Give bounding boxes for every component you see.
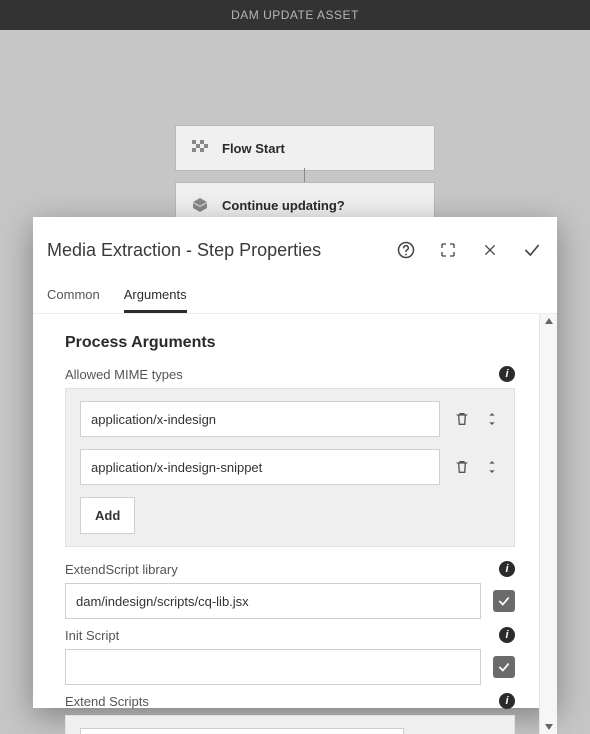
- close-button[interactable]: [471, 231, 509, 269]
- extendscript-lib-label: ExtendScript library: [65, 562, 178, 577]
- checkbox-checked[interactable]: [493, 590, 515, 612]
- tab-arguments[interactable]: Arguments: [124, 281, 187, 313]
- scroll-up-icon[interactable]: [544, 316, 554, 326]
- allowed-mime-multifield: Add: [65, 388, 515, 547]
- info-icon[interactable]: i: [499, 561, 515, 577]
- workflow-canvas: Flow Start Continue updating? Media Extr…: [0, 30, 590, 690]
- allowed-mime-label: Allowed MIME types: [65, 367, 183, 382]
- scroll-down-icon[interactable]: [544, 722, 554, 732]
- extend-scripts-multifield: [65, 715, 515, 734]
- extend-script-input[interactable]: [80, 728, 404, 734]
- flow-connector: [304, 168, 305, 182]
- dialog-title: Media Extraction - Step Properties: [47, 240, 321, 261]
- box-icon: [192, 197, 208, 213]
- extend-script-row: [80, 728, 500, 734]
- extend-scripts-label: Extend Scripts: [65, 694, 149, 709]
- flow-start-label: Flow Start: [222, 141, 285, 156]
- help-button[interactable]: [387, 231, 425, 269]
- init-script-label: Init Script: [65, 628, 119, 643]
- dialog-header: Media Extraction - Step Properties: [33, 217, 557, 277]
- reorder-icon[interactable]: [484, 410, 500, 428]
- dialog-tabs: Common Arguments: [33, 277, 557, 314]
- flag-icon: [192, 140, 208, 156]
- process-arguments-heading: Process Arguments: [65, 334, 515, 352]
- dialog-actions: [387, 231, 551, 269]
- reorder-icon[interactable]: [484, 458, 500, 476]
- checkbox-checked[interactable]: [493, 656, 515, 678]
- extendscript-lib-input[interactable]: [65, 583, 481, 619]
- flow-continue-label: Continue updating?: [222, 198, 345, 213]
- trash-icon[interactable]: [454, 458, 470, 476]
- dialog-body: Process Arguments Allowed MIME types i: [33, 314, 539, 734]
- info-icon[interactable]: i: [499, 627, 515, 643]
- init-script-input[interactable]: [65, 649, 481, 685]
- mime-input[interactable]: [80, 401, 440, 437]
- tab-common[interactable]: Common: [47, 281, 100, 313]
- topbar-title: DAM UPDATE ASSET: [231, 8, 359, 22]
- mime-row: [80, 401, 500, 437]
- scrollbar[interactable]: [539, 314, 557, 734]
- info-icon[interactable]: i: [499, 693, 515, 709]
- mime-input[interactable]: [80, 449, 440, 485]
- info-icon[interactable]: i: [499, 366, 515, 382]
- confirm-button[interactable]: [513, 231, 551, 269]
- flow-node-start[interactable]: Flow Start: [175, 125, 435, 171]
- fullscreen-button[interactable]: [429, 231, 467, 269]
- step-properties-dialog: Media Extraction - Step Properties Commo…: [33, 217, 557, 708]
- trash-icon[interactable]: [454, 410, 470, 428]
- topbar: DAM UPDATE ASSET: [0, 0, 590, 30]
- mime-row: [80, 449, 500, 485]
- add-mime-button[interactable]: Add: [80, 497, 135, 534]
